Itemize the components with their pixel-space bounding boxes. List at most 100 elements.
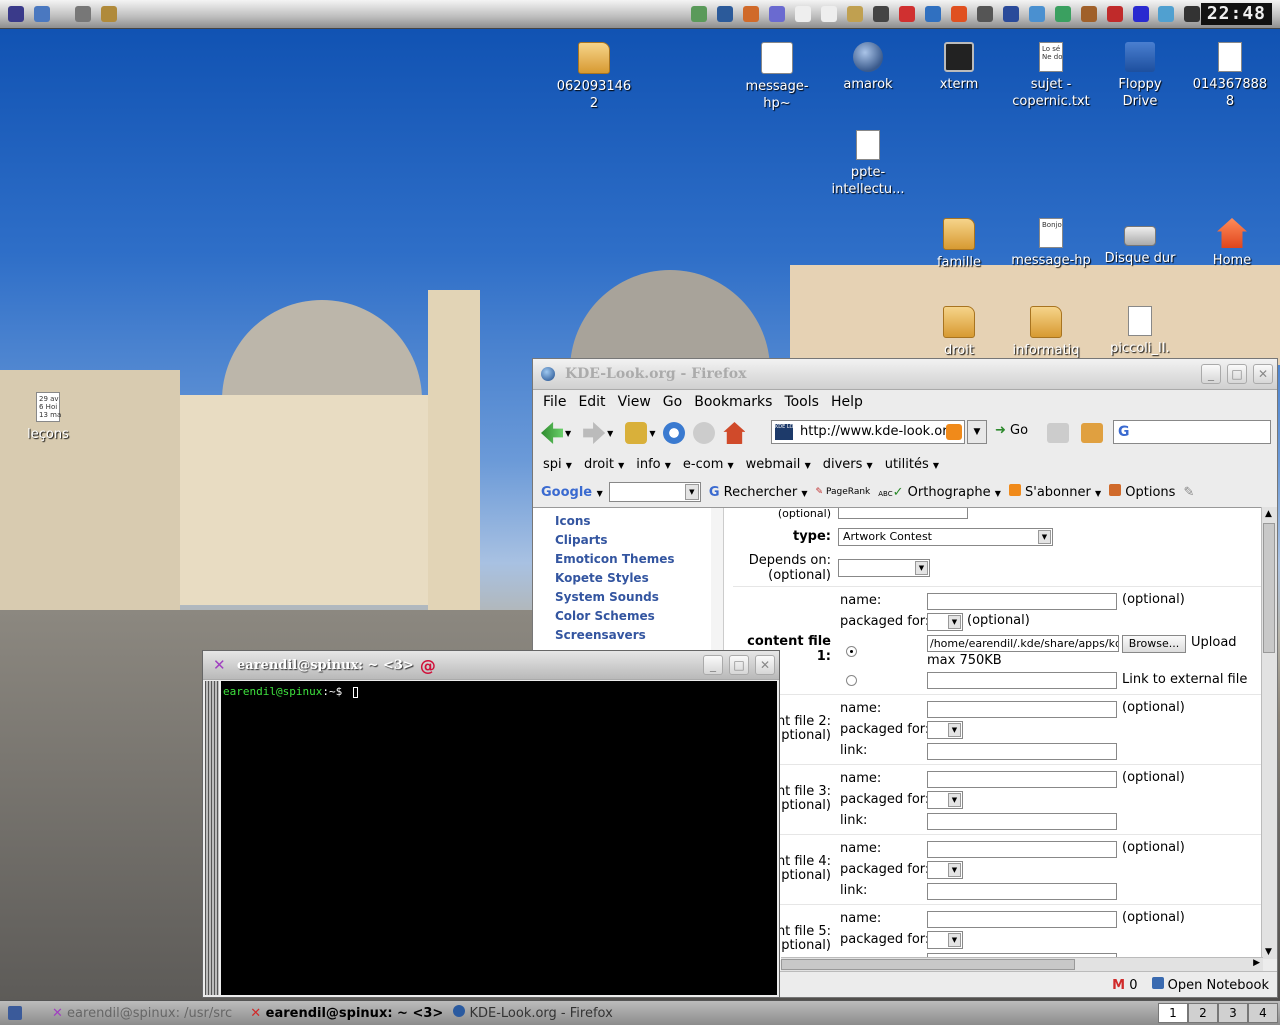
up-folder-icon[interactable] [625,422,648,444]
menu-bookmarks[interactable]: Bookmarks [694,394,772,410]
search-input[interactable]: G [1113,420,1271,444]
kde-menu-icon[interactable] [8,6,24,22]
bookmark-folder-ecom[interactable]: e-com ▼ [683,457,734,472]
chevron-down-icon[interactable]: ▼ [684,484,699,500]
window-list-icon[interactable] [34,6,50,22]
desktop-icon-home[interactable]: Home [1192,218,1272,269]
back-dropdown-icon[interactable]: ▼ [565,429,571,438]
vertical-scrollbar[interactable]: ▲ ▼ [1261,507,1277,959]
maximize-button[interactable]: □ [729,655,749,675]
tray-icon[interactable] [1107,6,1123,22]
desktop-icon-folder-0620931462[interactable]: 0620931462 [554,42,634,112]
tray-icon[interactable] [1133,6,1149,22]
desktop-icon-amarok[interactable]: amarok [828,42,908,93]
menu-tools[interactable]: Tools [784,394,819,410]
task-firefox[interactable]: KDE-Look.org - Firefox [453,1005,613,1021]
url-history-dropdown[interactable]: ▼ [967,420,987,444]
url-input[interactable]: KDE LOOK http://www.kde-look.org/ [771,420,965,444]
minimize-button[interactable]: _ [1201,364,1221,384]
terminal-titlebar[interactable]: ✕ earendil@spinux: ~ <3> @ _ □ ✕ [203,651,779,680]
task-terminal-home[interactable]: ✕ earendil@spinux: ~ <3> [250,1006,443,1021]
file2-name-input[interactable] [927,701,1117,718]
subscribe-button[interactable]: S'abonner ▼ [1008,484,1101,500]
desktop-icon-lecons[interactable]: 29 av 6 Hoi 13 ma leçons [8,392,88,443]
firefox-titlebar[interactable]: KDE-Look.org - Firefox _ □ ✕ [533,359,1277,390]
tray-icon[interactable] [977,6,993,22]
forward-arrow-icon[interactable] [583,422,606,444]
scrollbar-thumb[interactable] [1263,523,1275,653]
sidebar-link-screensavers[interactable]: Screensavers [555,628,646,642]
tray-icon[interactable] [1184,6,1200,22]
menu-file[interactable]: File [543,394,566,410]
tray-icon[interactable] [847,6,863,22]
kde-menu-icon[interactable] [8,1006,22,1020]
minimize-button[interactable]: _ [703,655,723,675]
tray-icon[interactable] [873,6,889,22]
back-arrow-icon[interactable] [541,422,563,444]
tray-icon[interactable] [925,6,941,22]
file5-name-input[interactable] [927,911,1117,928]
depends-select[interactable]: ▼ [838,559,930,577]
upload-radio[interactable] [846,646,857,657]
bookmark-folder-info[interactable]: info ▼ [636,457,671,472]
task-terminal-usr-src[interactable]: ✕ earendil@spinux: /usr/src [52,1006,232,1021]
reload-icon[interactable] [663,422,686,444]
tray-icon[interactable] [1003,6,1019,22]
maximize-button[interactable]: □ [1227,364,1247,384]
scroll-down-icon[interactable]: ▼ [1265,947,1272,957]
desktop-icon-informatiq[interactable]: informatiq [1006,306,1086,359]
forward-dropdown-icon[interactable]: ▼ [607,429,613,438]
sidebar-link-color-schemes[interactable]: Color Schemes [555,609,655,623]
terminal-output[interactable]: earendil@spinux:~$ [221,681,777,995]
external-link-input[interactable] [927,672,1117,689]
desktop-switch-3[interactable]: 3 [1218,1003,1248,1023]
go-button[interactable]: ➜ Go [995,423,1028,438]
scroll-up-icon[interactable]: ▲ [1265,509,1272,519]
desktop-icon-0143678888[interactable]: 0143678888 [1190,42,1270,110]
horizontal-scrollbar[interactable]: ▶ [781,957,1263,971]
bookmark-folder-divers[interactable]: divers ▼ [823,457,873,472]
panel-clock[interactable]: 22:48 [1200,3,1272,25]
desktop-icon-piccoli[interactable]: piccoli_II. [1100,306,1180,357]
home-icon[interactable] [723,422,746,444]
sidebar-link-emoticon-themes[interactable]: Emoticon Themes [555,552,675,566]
options-button[interactable]: Options [1109,484,1175,500]
google-search-button[interactable]: G Rechercher ▼ [709,485,808,500]
print-icon[interactable] [1047,423,1069,443]
file3-link-input[interactable] [927,813,1117,830]
browse-button[interactable]: Browse... [1122,635,1186,653]
sidebar-link-cliparts[interactable]: Cliparts [555,533,608,547]
file1-packaged-select[interactable]: ▼ [927,613,963,631]
file5-packaged-select[interactable]: ▼ [927,931,963,949]
highlighter-icon[interactable]: ✎ [1183,485,1194,500]
sidebar-link-system-sounds[interactable]: System Sounds [555,590,659,604]
tray-icon[interactable] [821,6,837,22]
desktop-icon-ppte-intellectu[interactable]: ppte-intellectu... [828,130,908,198]
desktop-icon-xterm[interactable]: xterm [919,42,999,93]
bookmark-folder-droit[interactable]: droit ▼ [584,457,624,472]
file3-name-input[interactable] [927,771,1117,788]
desktop-icon-droit[interactable]: droit [919,306,999,359]
tray-icon[interactable] [899,6,915,22]
terminal-scrollbar[interactable] [205,681,219,995]
desktop-icon-sujet-copernic[interactable]: Lo sé Ne do sujet - copernic.txt [1011,42,1091,110]
menu-go[interactable]: Go [663,394,682,410]
file4-name-input[interactable] [927,841,1117,858]
tray-icon[interactable] [1055,6,1071,22]
link-external-radio[interactable] [846,675,857,686]
up-dropdown-icon[interactable]: ▼ [649,429,655,438]
sidebar-link-kopete-styles[interactable]: Kopete Styles [555,571,649,585]
type-select[interactable]: Artwork Contest ▼ [838,528,1053,546]
tools-icon[interactable] [101,6,117,22]
tray-icon[interactable] [691,6,707,22]
tray-icon[interactable] [1081,6,1097,22]
file-path-input[interactable]: /home/earendil/.kde/share/apps/kdisplay [927,635,1119,652]
google-logo[interactable]: Google ▼ [541,485,603,500]
file1-name-input[interactable] [927,593,1117,610]
desktop-icon-floppy[interactable]: Floppy Drive [1100,42,1180,110]
desktop-icon-message-hp-backup[interactable]: message-hp~ [737,42,817,112]
bookmark-folder-webmail[interactable]: webmail ▼ [746,457,811,472]
sidebar-link-icons[interactable]: Icons [555,514,591,528]
file4-link-input[interactable] [927,883,1117,900]
previous-field-input[interactable] [838,508,968,519]
